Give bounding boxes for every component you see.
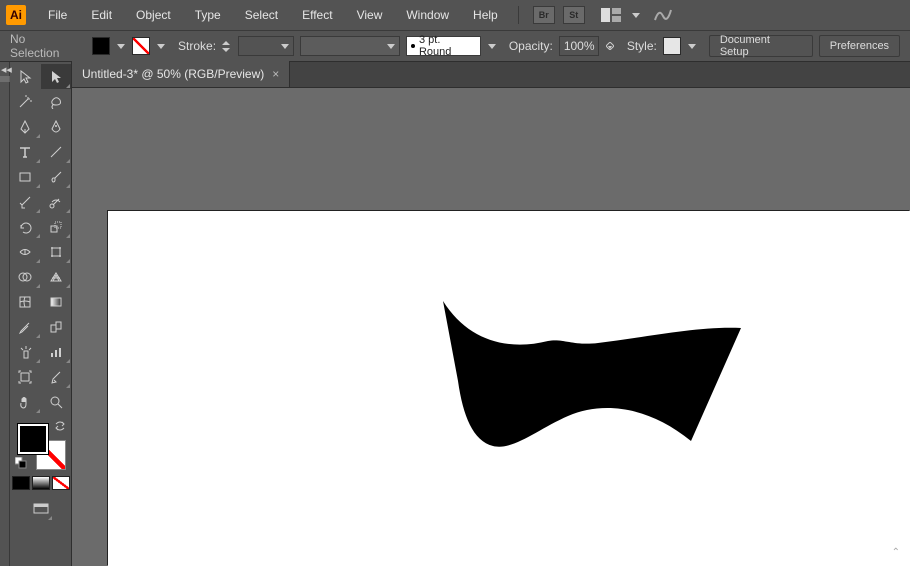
scroll-corner-icon: ⌃	[892, 547, 900, 558]
type-tool[interactable]	[10, 139, 41, 164]
gradient-mode-button[interactable]	[32, 476, 50, 490]
lasso-tool[interactable]	[41, 89, 72, 114]
gradient-tool[interactable]	[41, 289, 72, 314]
variable-width-profile[interactable]	[300, 36, 400, 56]
menu-window[interactable]: Window	[396, 4, 459, 26]
menu-help[interactable]: Help	[463, 4, 508, 26]
line-segment-tool[interactable]	[41, 139, 72, 164]
opacity-dropdown[interactable]	[605, 37, 615, 55]
canvas[interactable]: ⌃	[72, 88, 910, 566]
blend-tool[interactable]	[41, 314, 72, 339]
width-tool[interactable]	[10, 239, 41, 264]
zoom-tool[interactable]	[41, 389, 72, 414]
stroke-swatch-dropdown[interactable]	[156, 37, 166, 55]
style-label: Style:	[627, 39, 657, 53]
tools-panel	[10, 62, 72, 566]
stroke-weight-field[interactable]	[238, 36, 294, 56]
menu-effect[interactable]: Effect	[292, 4, 342, 26]
app-logo: Ai	[6, 5, 26, 25]
opacity-field[interactable]: 100%	[559, 36, 599, 56]
stroke-swatch[interactable]	[132, 37, 150, 55]
rectangle-tool[interactable]	[10, 164, 41, 189]
hand-tool[interactable]	[10, 389, 41, 414]
graphic-style-dropdown[interactable]	[687, 37, 697, 55]
menu-type[interactable]: Type	[185, 4, 231, 26]
fill-box[interactable]	[18, 424, 48, 454]
perspective-grid-tool[interactable]	[41, 264, 72, 289]
curvature-tool[interactable]	[41, 114, 72, 139]
close-tab-icon[interactable]: ×	[272, 67, 279, 81]
color-mode-button[interactable]	[12, 476, 30, 490]
shape-builder-tool[interactable]	[10, 264, 41, 289]
stroke-weight-stepper[interactable]	[222, 40, 232, 53]
brush-name: 3 pt. Round	[419, 34, 476, 58]
free-transform-tool[interactable]	[41, 239, 72, 264]
column-graph-tool[interactable]	[41, 339, 72, 364]
menu-select[interactable]: Select	[235, 4, 288, 26]
shaper-tool[interactable]	[10, 189, 41, 214]
screen-mode-button[interactable]	[29, 496, 53, 521]
menu-object[interactable]: Object	[126, 4, 181, 26]
pen-tool[interactable]	[10, 114, 41, 139]
artboard-tool[interactable]	[10, 364, 41, 389]
menu-file[interactable]: File	[38, 4, 77, 26]
scale-tool[interactable]	[41, 214, 72, 239]
selection-indicator: No Selection	[10, 32, 78, 60]
menu-view[interactable]: View	[347, 4, 393, 26]
fill-stroke-indicator[interactable]	[14, 420, 68, 472]
collapsed-panel-strip[interactable]: ◀◀	[0, 62, 10, 566]
document-tab-bar: Untitled-3* @ 50% (RGB/Preview) ×	[72, 62, 910, 88]
vector-shape[interactable]	[438, 301, 748, 461]
control-bar: No Selection Stroke: 3 pt. Round Opacity…	[0, 30, 910, 62]
mesh-tool[interactable]	[10, 289, 41, 314]
paintbrush-tool[interactable]	[41, 164, 72, 189]
menu-edit[interactable]: Edit	[81, 4, 122, 26]
document-tab[interactable]: Untitled-3* @ 50% (RGB/Preview) ×	[72, 61, 290, 87]
workspace: ◀◀	[0, 62, 910, 566]
bridge-button[interactable]: Br	[533, 6, 555, 24]
eraser-tool[interactable]	[41, 189, 72, 214]
brush-dot-icon	[411, 44, 415, 48]
brush-dropdown[interactable]	[487, 37, 497, 55]
brush-definition[interactable]: 3 pt. Round	[406, 36, 481, 56]
document-tab-title: Untitled-3* @ 50% (RGB/Preview)	[82, 67, 264, 81]
none-mode-button[interactable]	[52, 476, 70, 490]
swap-fill-stroke-icon[interactable]	[54, 420, 66, 435]
default-fill-stroke-icon[interactable]	[15, 457, 27, 472]
menu-bar: Ai File Edit Object Type Select Effect V…	[0, 0, 910, 30]
document-setup-button[interactable]: Document Setup	[709, 35, 813, 57]
fill-dropdown[interactable]	[116, 37, 126, 55]
gpu-performance-icon[interactable]	[653, 6, 673, 25]
stroke-label: Stroke:	[178, 39, 216, 53]
document-area: Untitled-3* @ 50% (RGB/Preview) × ⌃	[72, 62, 910, 566]
rotate-tool[interactable]	[10, 214, 41, 239]
arrange-documents-button[interactable]	[597, 6, 627, 24]
artboard[interactable]	[108, 211, 910, 566]
stock-button[interactable]: St	[563, 6, 585, 24]
selection-tool[interactable]	[10, 64, 41, 89]
preferences-button[interactable]: Preferences	[819, 35, 900, 57]
eyedropper-tool[interactable]	[10, 314, 41, 339]
slice-tool[interactable]	[41, 364, 72, 389]
opacity-label: Opacity:	[509, 39, 553, 53]
symbol-sprayer-tool[interactable]	[10, 339, 41, 364]
arrange-documents-dropdown[interactable]	[631, 6, 641, 24]
fill-swatch[interactable]	[92, 37, 110, 55]
magic-wand-tool[interactable]	[10, 89, 41, 114]
graphic-style-swatch[interactable]	[663, 37, 681, 55]
direct-selection-tool[interactable]	[41, 64, 72, 89]
